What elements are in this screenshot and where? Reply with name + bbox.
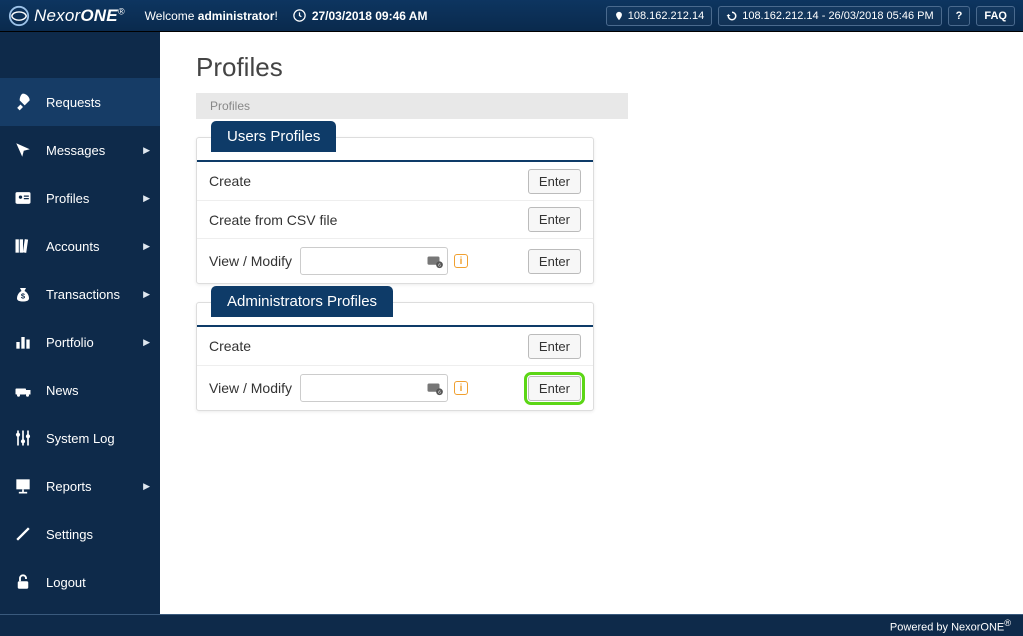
row-label: Create from CSV file [209,212,337,228]
row-admins-create: Create Enter [197,327,593,365]
books-icon [12,235,34,257]
panel-tab-admins: Administrators Profiles [211,286,393,317]
row-label: View / Modify [209,253,292,269]
sidebar-item-logout[interactable]: Logout [0,558,160,606]
panel-tab-users: Users Profiles [211,121,336,152]
users-csv-enter-button[interactable]: Enter [528,207,581,232]
chevron-right-icon: ▶ [143,193,150,204]
chevron-right-icon: ▶ [143,289,150,300]
money-bag-icon: $ [12,283,34,305]
users-view-enter-button[interactable]: Enter [528,249,581,274]
sidebar-item-system-log[interactable]: System Log [0,414,160,462]
megaphone-icon [12,379,34,401]
keyboard-icon[interactable]: 6 [426,379,444,397]
chevron-right-icon: ▶ [143,241,150,252]
sidebar-item-label: Messages [46,143,105,158]
pin-icon [614,10,624,22]
sidebar-item-label: Profiles [46,191,89,206]
panel-users-profiles: Users Profiles Create Enter Create from … [196,137,594,284]
sliders-icon [12,427,34,449]
help-button[interactable]: ? [948,6,971,26]
bar-chart-icon [12,331,34,353]
info-icon[interactable]: i [454,381,468,395]
tools-icon [12,523,34,545]
brand-logo[interactable]: NexorONE® [8,5,125,27]
sidebar-item-messages[interactable]: Messages ▶ [0,126,160,174]
sidebar-item-settings[interactable]: Settings [0,510,160,558]
row-users-create: Create Enter [197,162,593,200]
sidebar-item-news[interactable]: News [0,366,160,414]
clock-icon [292,8,307,23]
info-icon[interactable]: i [454,254,468,268]
row-users-view: View / Modify 6 i Enter [197,238,593,283]
presentation-icon [12,475,34,497]
sidebar-item-profiles[interactable]: Profiles ▶ [0,174,160,222]
chevron-right-icon: ▶ [143,481,150,492]
row-users-csv: Create from CSV file Enter [197,200,593,238]
row-label: Create [209,173,251,189]
breadcrumb: Profiles [196,93,628,119]
keyboard-icon[interactable]: 6 [426,252,444,270]
footer: Powered by NexorONE® [0,614,1023,636]
faq-button[interactable]: FAQ [976,6,1015,26]
id-card-icon [12,187,34,209]
welcome-text: Welcome administrator! [145,9,278,23]
sidebar-item-label: Requests [46,95,101,110]
sidebar-item-label: System Log [46,431,115,446]
sidebar-item-label: Transactions [46,287,120,302]
cursor-icon [12,139,34,161]
sidebar-item-portfolio[interactable]: Portfolio ▶ [0,318,160,366]
sidebar-item-requests[interactable]: Requests [0,78,160,126]
logo-text: NexorONE® [34,6,125,26]
admins-view-enter-button[interactable]: Enter [528,376,581,401]
chevron-right-icon: ▶ [143,145,150,156]
server-datetime: 27/03/2018 09:46 AM [292,8,428,23]
row-label: Create [209,338,251,354]
sidebar-item-transactions[interactable]: $ Transactions ▶ [0,270,160,318]
footer-text: Powered by NexorONE® [890,618,1011,634]
sidebar-item-label: Accounts [46,239,99,254]
page-title: Profiles [196,52,987,83]
logo-swirl-icon [8,5,30,27]
sidebar-item-reports[interactable]: Reports ▶ [0,462,160,510]
admins-create-enter-button[interactable]: Enter [528,334,581,359]
panel-administrators-profiles: Administrators Profiles Create Enter Vie… [196,302,594,411]
current-ip-button[interactable]: 108.162.212.14 [606,6,712,26]
rocket-icon [12,91,34,113]
sidebar-item-label: Logout [46,575,86,590]
sidebar-item-label: Reports [46,479,92,494]
sidebar: Requests Messages ▶ Profiles ▶ Accounts … [0,32,160,614]
history-icon [726,10,738,22]
chevron-right-icon: ▶ [143,337,150,348]
sidebar-item-label: News [46,383,79,398]
lock-icon [12,571,34,593]
sidebar-item-accounts[interactable]: Accounts ▶ [0,222,160,270]
users-create-enter-button[interactable]: Enter [528,169,581,194]
main-content: Profiles Profiles Users Profiles Create … [160,32,1023,614]
top-bar: NexorONE® Welcome administrator! 27/03/2… [0,0,1023,32]
sidebar-item-label: Portfolio [46,335,94,350]
ip-history-button[interactable]: 108.162.212.14 - 26/03/2018 05:46 PM [718,6,941,26]
row-admins-view: View / Modify 6 i Enter [197,365,593,410]
row-label: View / Modify [209,380,292,396]
sidebar-item-label: Settings [46,527,93,542]
